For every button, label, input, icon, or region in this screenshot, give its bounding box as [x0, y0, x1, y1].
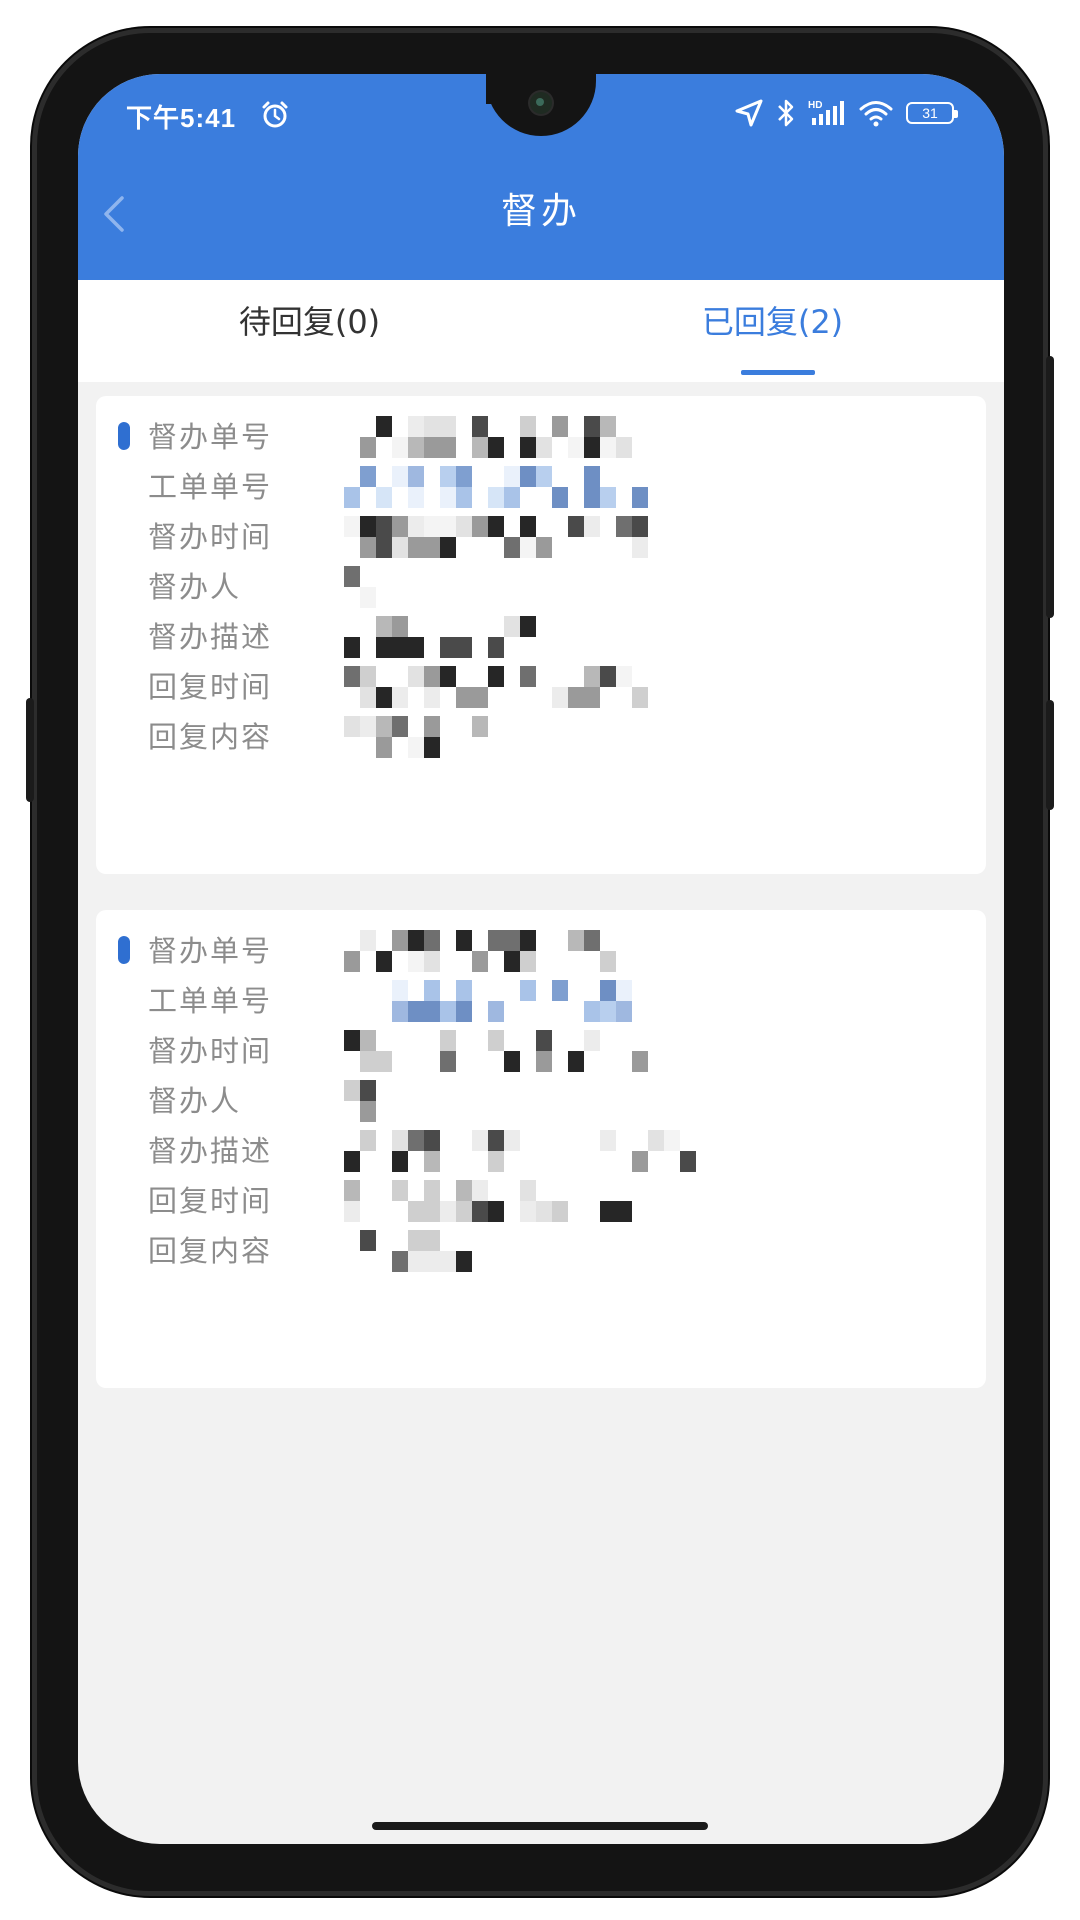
wifi-icon — [859, 101, 893, 127]
field-label: 督办单号 — [148, 420, 273, 454]
redacted-value — [344, 516, 648, 558]
field-row: 回复时间 — [96, 1176, 986, 1226]
power-button — [1046, 356, 1054, 618]
home-indicator[interactable] — [372, 1822, 708, 1830]
redacted-value — [344, 930, 616, 972]
supervision-card[interactable]: 督办单号 工单单号 督办时间 督办人 督办描述 回复时间 回复内容 — [96, 910, 986, 1388]
redacted-value — [344, 1180, 664, 1222]
field-row: 督办描述 — [96, 1126, 986, 1176]
field-row: 督办人 — [96, 1076, 986, 1126]
field-row: 督办时间 — [96, 1026, 986, 1076]
status-time: 下午5:41 — [126, 103, 237, 133]
field-row: 督办单号 — [96, 926, 986, 976]
redacted-value — [344, 1030, 664, 1072]
field-label: 督办人 — [148, 1084, 242, 1118]
field-row: 工单单号 — [96, 976, 986, 1026]
field-row: 督办时间 — [96, 512, 986, 562]
redacted-value — [344, 716, 488, 758]
field-label: 回复时间 — [148, 670, 273, 704]
redacted-value — [344, 416, 632, 458]
field-label: 督办人 — [148, 570, 242, 604]
bluetooth-icon — [778, 99, 794, 127]
redacted-value — [344, 980, 648, 1022]
field-label: 回复内容 — [148, 720, 273, 754]
active-tab-indicator — [741, 370, 815, 375]
field-label: 督办描述 — [148, 620, 273, 654]
tab-replied[interactable]: 已回复(2) — [541, 280, 1004, 382]
tab-bar: 待回复(0) 已回复(2) — [78, 280, 1004, 382]
field-row: 督办单号 — [96, 412, 986, 462]
redacted-value — [344, 466, 648, 508]
redacted-value — [344, 1130, 712, 1172]
field-label: 督办时间 — [148, 520, 273, 554]
front-camera-icon — [530, 92, 552, 114]
field-label: 督办描述 — [148, 1134, 273, 1168]
field-row: 回复内容 — [96, 1226, 986, 1276]
supervision-card[interactable]: 督办单号 工单单号 督办时间 督办人 督办描述 回复时间 回复内容 — [96, 396, 986, 874]
field-row: 督办人 — [96, 562, 986, 612]
status-icons: HD 31 — [734, 98, 958, 128]
svg-text:HD: HD — [808, 100, 822, 111]
field-label: 督办时间 — [148, 1034, 273, 1068]
phone-screen: 下午5:41 HD 31 督办 待回复(0) 已回复(2) 督办单号 工单单号 … — [78, 74, 1004, 1844]
redacted-value — [344, 666, 664, 708]
hd-signal-icon: HD — [808, 100, 844, 125]
field-label: 回复内容 — [148, 1234, 273, 1268]
field-row: 督办描述 — [96, 612, 986, 662]
field-label: 工单单号 — [148, 984, 273, 1018]
location-icon — [735, 99, 763, 127]
field-row: 回复内容 — [96, 712, 986, 762]
alarm-icon — [262, 101, 288, 128]
field-row: 回复时间 — [96, 662, 986, 712]
field-label: 工单单号 — [148, 470, 273, 504]
side-key — [26, 698, 34, 802]
redacted-value — [344, 566, 376, 608]
tab-pending[interactable]: 待回复(0) — [78, 280, 541, 382]
field-row: 工单单号 — [96, 462, 986, 512]
redacted-value — [344, 1080, 376, 1122]
field-label: 回复时间 — [148, 1184, 273, 1218]
battery-icon: 31 — [906, 102, 958, 124]
redacted-value — [344, 1230, 472, 1272]
battery-level: 31 — [922, 105, 938, 121]
page-title: 督办 — [500, 191, 581, 232]
volume-button — [1046, 700, 1054, 810]
redacted-value — [344, 616, 536, 658]
field-label: 督办单号 — [148, 934, 273, 968]
